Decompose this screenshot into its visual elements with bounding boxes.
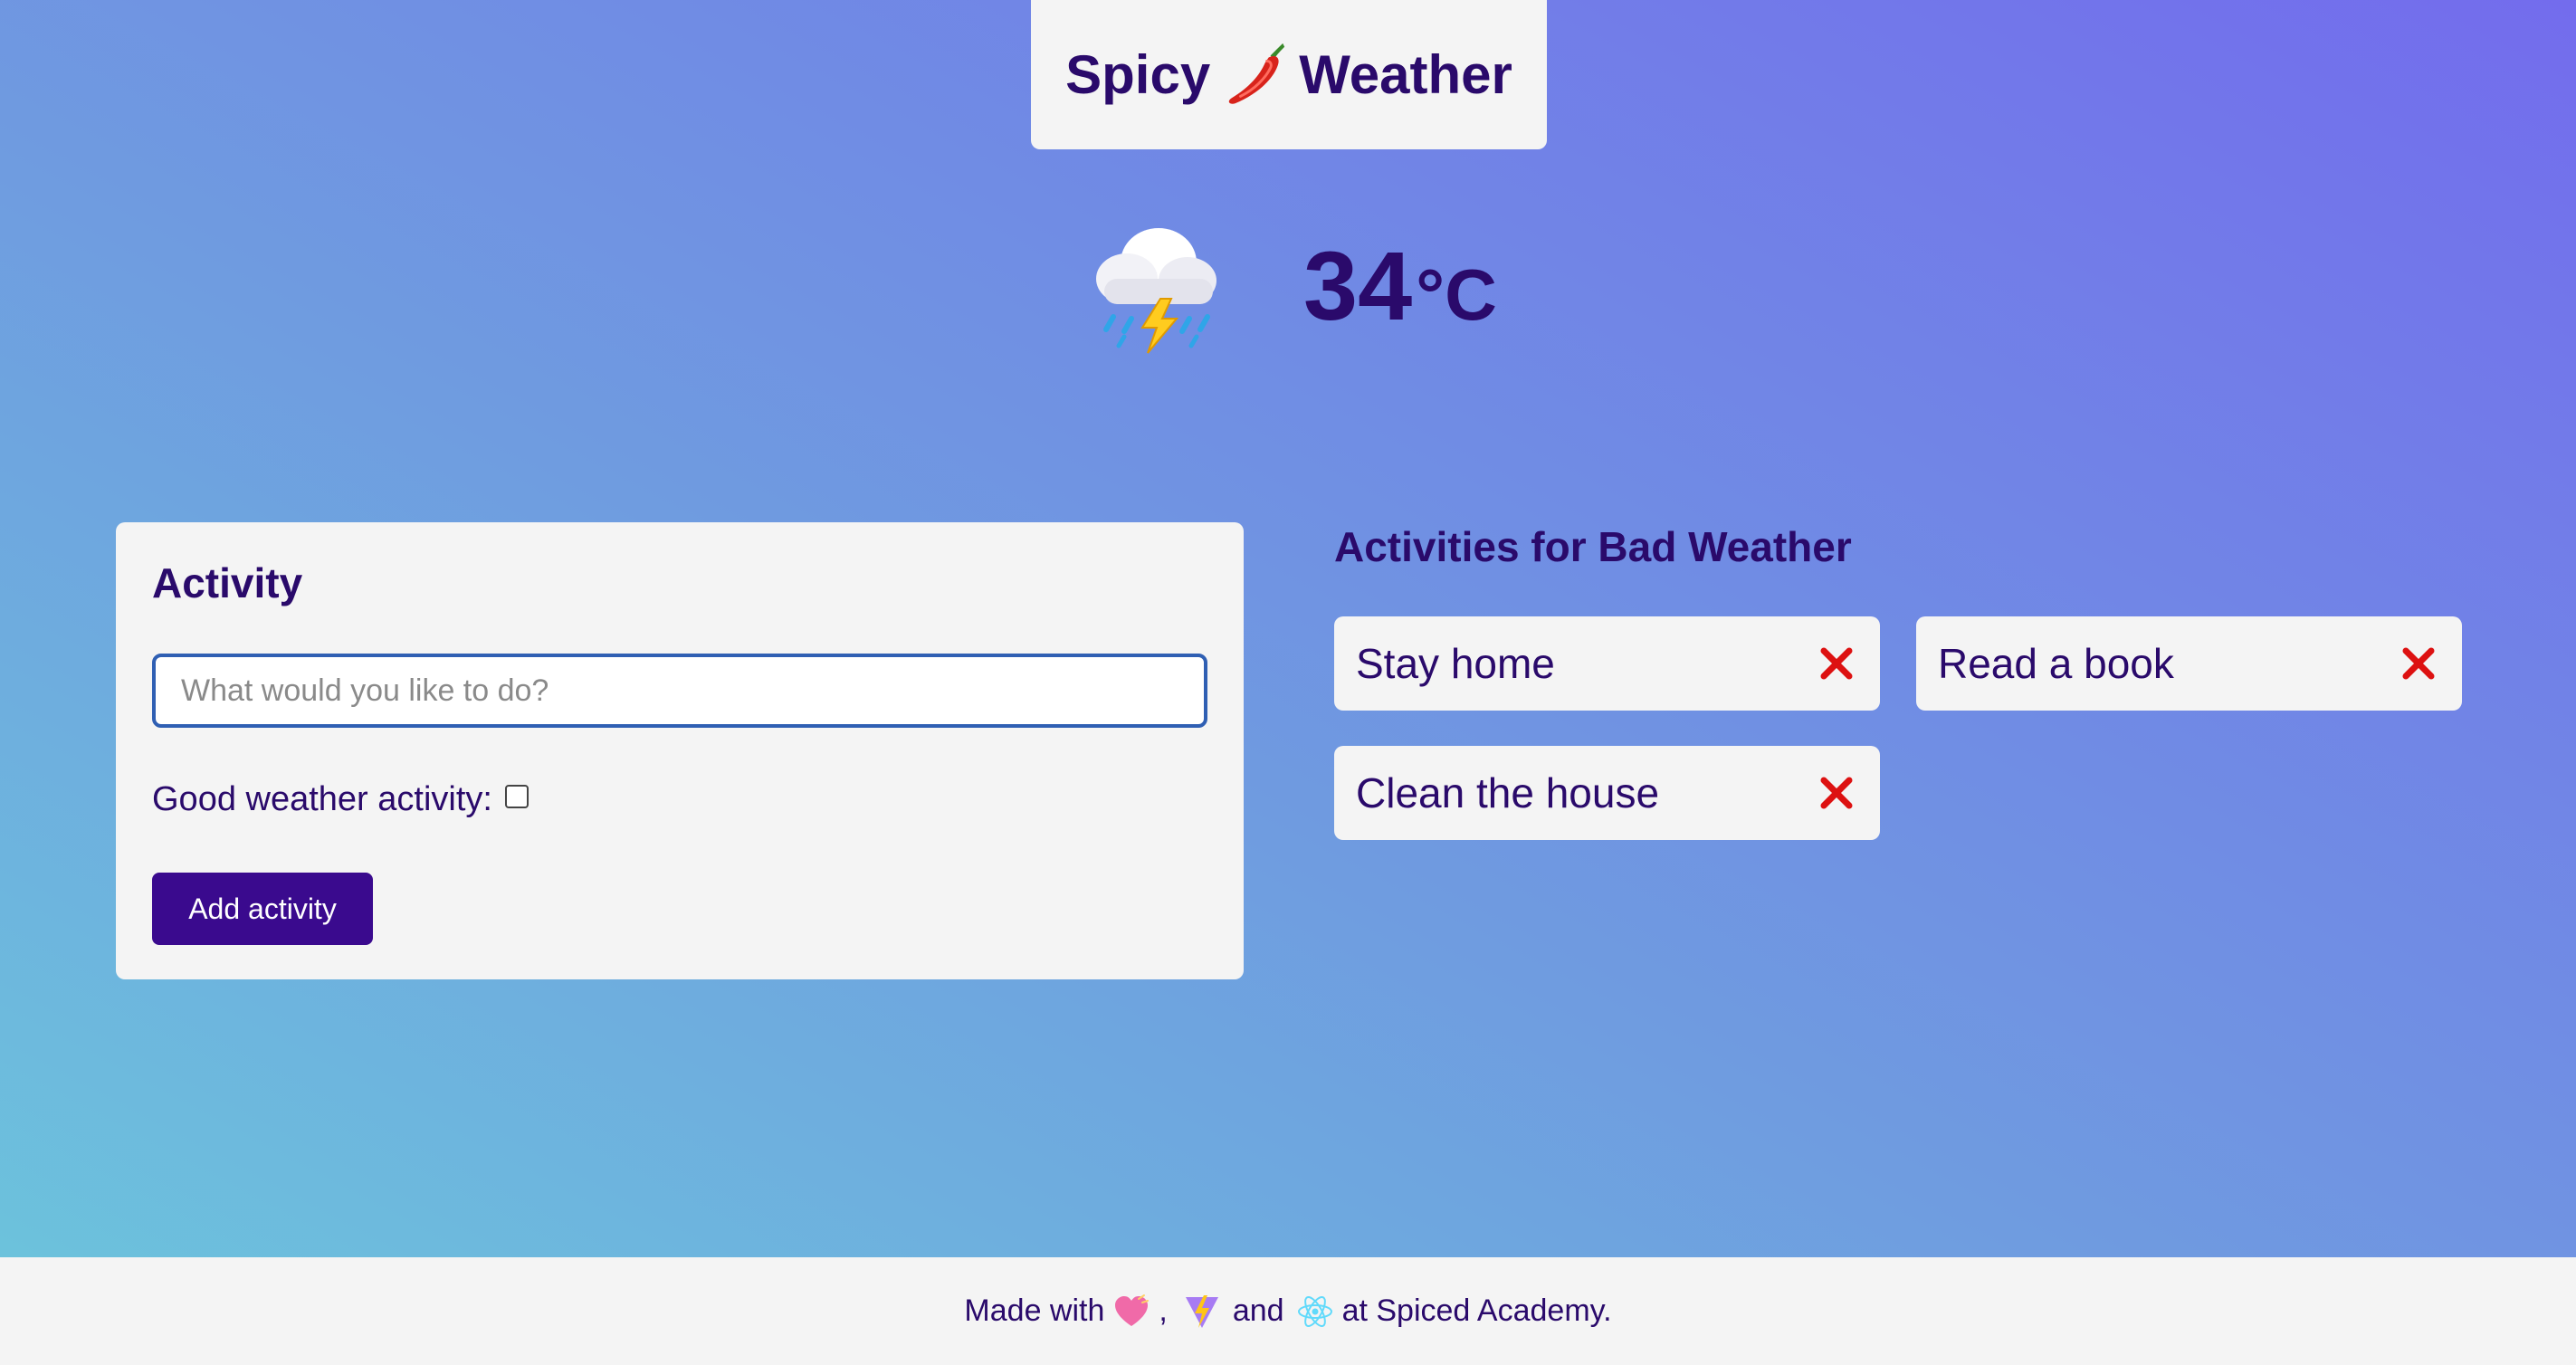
- footer-text-before: Made with: [964, 1293, 1105, 1328]
- activity-label: Stay home: [1356, 640, 1555, 687]
- app-header: Spicy Weather: [1031, 0, 1547, 149]
- delete-button[interactable]: [1815, 771, 1858, 815]
- activity-label: Read a book: [1938, 640, 2174, 687]
- activity-label: Clean the house: [1356, 769, 1660, 816]
- current-weather: 34 °C: [1077, 208, 1497, 362]
- temperature-display: 34 °C: [1303, 229, 1497, 342]
- good-weather-checkbox[interactable]: [504, 784, 529, 808]
- activity-form: Activity Good weather activity: Add acti…: [116, 522, 1244, 979]
- delete-button[interactable]: [1815, 642, 1858, 685]
- app-title-weather: Weather: [1299, 44, 1512, 105]
- app-title-spicy: Spicy: [1065, 44, 1211, 105]
- list-item: Read a book: [1916, 616, 2462, 711]
- good-weather-row: Good weather activity:: [152, 780, 529, 819]
- heart-icon: [1115, 1293, 1150, 1326]
- vite-icon: [1185, 1294, 1218, 1328]
- temperature-value: 34: [1303, 230, 1413, 340]
- temperature-unit: °C: [1416, 253, 1497, 335]
- activity-list-title: Activities for Bad Weather: [1334, 523, 1852, 570]
- form-title: Activity: [152, 559, 303, 606]
- close-icon: [2402, 647, 2435, 680]
- delete-button[interactable]: [2397, 642, 2440, 685]
- close-icon: [1820, 777, 1853, 809]
- footer-and: and: [1232, 1293, 1284, 1328]
- footer-text-after: at Spiced Academy.: [1341, 1293, 1612, 1328]
- list-item: Stay home: [1334, 616, 1880, 711]
- close-icon: [1820, 647, 1853, 680]
- good-weather-label: Good weather activity:: [152, 780, 492, 818]
- react-icon: [1297, 1295, 1332, 1327]
- footer: Made with , and at Spiced Academy.: [0, 1257, 2576, 1365]
- thunderstorm-cloud-icon: [1096, 228, 1216, 354]
- list-item: Clean the house: [1334, 746, 1880, 840]
- footer-comma: ,: [1159, 1293, 1168, 1328]
- add-activity-button[interactable]: Add activity: [152, 873, 373, 945]
- chili-pepper-icon: [1228, 43, 1285, 104]
- activity-name-input[interactable]: [152, 654, 1207, 728]
